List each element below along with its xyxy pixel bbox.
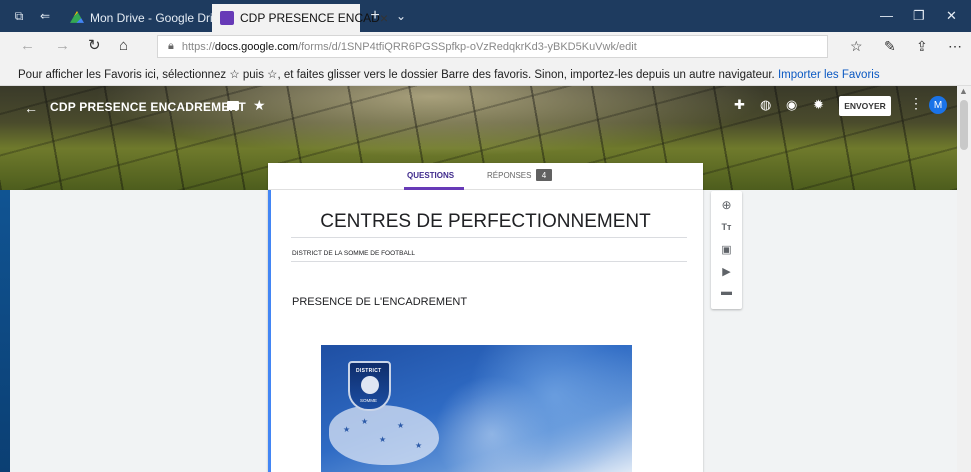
preview-eye-icon[interactable]: ◉ bbox=[786, 97, 797, 113]
responses-count-badge: 4 bbox=[536, 169, 552, 181]
form-heading[interactable]: CENTRES DE PERFECTIONNEMENT bbox=[268, 211, 703, 233]
url-path: /forms/d/1SNP4tfiQRR6PGSSpfkp-oVzRedqkrK… bbox=[298, 40, 637, 53]
tab-questions[interactable]: QUESTIONS bbox=[407, 171, 454, 180]
pen-icon[interactable]: ✎ bbox=[884, 38, 896, 55]
rooster-icon bbox=[361, 376, 379, 394]
refresh-icon[interactable]: ↻ bbox=[88, 38, 101, 54]
lock-icon: 🔒︎ bbox=[168, 40, 174, 52]
more-actions-icon[interactable]: ⋯ bbox=[948, 38, 962, 55]
form-title[interactable]: CDP PRESENCE ENCADREMENT bbox=[50, 100, 246, 114]
folder-icon[interactable] bbox=[227, 101, 239, 110]
minimize-icon[interactable]: — bbox=[880, 8, 893, 23]
back-arrow-icon[interactable]: ← bbox=[24, 100, 38, 116]
import-favorites-link[interactable]: Importer les Favoris bbox=[778, 69, 880, 81]
favorites-bar: Pour afficher les Favoris ici, sélection… bbox=[0, 61, 971, 86]
scroll-thumb[interactable] bbox=[960, 100, 968, 150]
favorites-icon[interactable]: ☆ bbox=[850, 38, 863, 55]
add-section-icon[interactable]: ▬ bbox=[711, 286, 742, 298]
favorites-message: Pour afficher les Favoris ici, sélection… bbox=[18, 69, 775, 81]
crest-bottom-text: SOMME bbox=[360, 398, 378, 403]
district-banner-image[interactable]: ★ ★ ★ ★ ★ DISTRICT SOMME bbox=[321, 345, 632, 472]
crest-top-text: DISTRICT bbox=[356, 368, 382, 374]
star-icon: ★ bbox=[343, 425, 351, 434]
form-card: QUESTIONS RÉPONSES 4 CENTRES DE PERFECTI… bbox=[268, 163, 703, 472]
more-vert-icon[interactable]: ⋮ bbox=[909, 95, 923, 112]
tab-responses[interactable]: RÉPONSES bbox=[487, 171, 531, 180]
send-button[interactable]: ENVOYER bbox=[839, 96, 891, 116]
tab-google-forms[interactable]: CDP PRESENCE ENCAD × bbox=[212, 4, 388, 32]
add-question-icon[interactable]: ⊕ bbox=[711, 198, 742, 212]
url-domain: docs.google.com bbox=[214, 40, 299, 53]
divider bbox=[291, 237, 687, 238]
tab-bar: ⧉ ⇐ Mon Drive - Google Drive CDP PRESENC… bbox=[0, 0, 971, 32]
add-video-icon[interactable]: ▶ bbox=[711, 265, 742, 278]
browser-window: ⧉ ⇐ Mon Drive - Google Drive CDP PRESENC… bbox=[0, 0, 971, 472]
tab-aside-icon[interactable]: ⇐ bbox=[38, 9, 52, 23]
form-tabs: QUESTIONS RÉPONSES 4 bbox=[268, 163, 703, 190]
share-icon[interactable]: ⇪ bbox=[916, 38, 928, 55]
close-window-icon[interactable]: ✕ bbox=[946, 8, 957, 24]
address-bar: ← → ↻ ⌂ 🔒︎ https://docs.google.com/forms… bbox=[0, 32, 971, 61]
tab-label: Mon Drive - Google Drive bbox=[90, 11, 226, 25]
star-icon: ★ bbox=[397, 421, 405, 430]
tab-label: CDP PRESENCE ENCAD bbox=[240, 11, 380, 25]
url-prefix: https:// bbox=[181, 40, 215, 53]
scroll-up-icon[interactable]: ▲ bbox=[959, 86, 968, 96]
restore-icon[interactable]: ❐ bbox=[913, 8, 925, 24]
star-icon: ★ bbox=[379, 435, 387, 444]
tab-actions-icon[interactable]: ⧉ bbox=[12, 9, 26, 23]
forward-icon[interactable]: → bbox=[55, 38, 70, 54]
google-drive-icon bbox=[70, 11, 84, 23]
avatar[interactable]: M bbox=[929, 96, 947, 114]
star-icon[interactable]: ★ bbox=[253, 97, 266, 114]
palette-icon[interactable]: ◍ bbox=[760, 97, 771, 113]
new-tab-icon[interactable]: + bbox=[368, 8, 382, 24]
form-side-toolbar: ⊕ Tт ▣ ▶ ▬ bbox=[711, 191, 742, 309]
district-crest-logo: DISTRICT SOMME bbox=[348, 361, 391, 411]
divider bbox=[291, 261, 687, 262]
url-field[interactable]: 🔒︎ https://docs.google.com/forms/d/1SNP4… bbox=[157, 35, 828, 58]
home-icon[interactable]: ⌂ bbox=[119, 38, 128, 54]
active-tab-indicator bbox=[404, 187, 464, 190]
section-title[interactable]: PRESENCE DE L'ENCADREMENT bbox=[292, 296, 467, 308]
form-description[interactable]: DISTRICT DE LA SOMME DE FOOTBALL bbox=[292, 250, 415, 257]
add-image-icon[interactable]: ▣ bbox=[711, 243, 742, 256]
tab-google-drive[interactable]: Mon Drive - Google Drive bbox=[62, 4, 225, 32]
back-icon[interactable]: ← bbox=[20, 38, 35, 54]
google-forms-icon bbox=[220, 11, 234, 25]
addons-puzzle-icon[interactable]: ✚ bbox=[734, 97, 745, 113]
star-icon: ★ bbox=[361, 417, 369, 426]
add-title-icon[interactable]: Tт bbox=[711, 222, 742, 232]
scrollbar[interactable]: ▲ bbox=[957, 86, 971, 472]
star-icon: ★ bbox=[415, 441, 423, 450]
tab-list-chevron-icon[interactable]: ⌄ bbox=[394, 9, 408, 23]
settings-gear-icon[interactable]: ✹ bbox=[813, 97, 824, 113]
